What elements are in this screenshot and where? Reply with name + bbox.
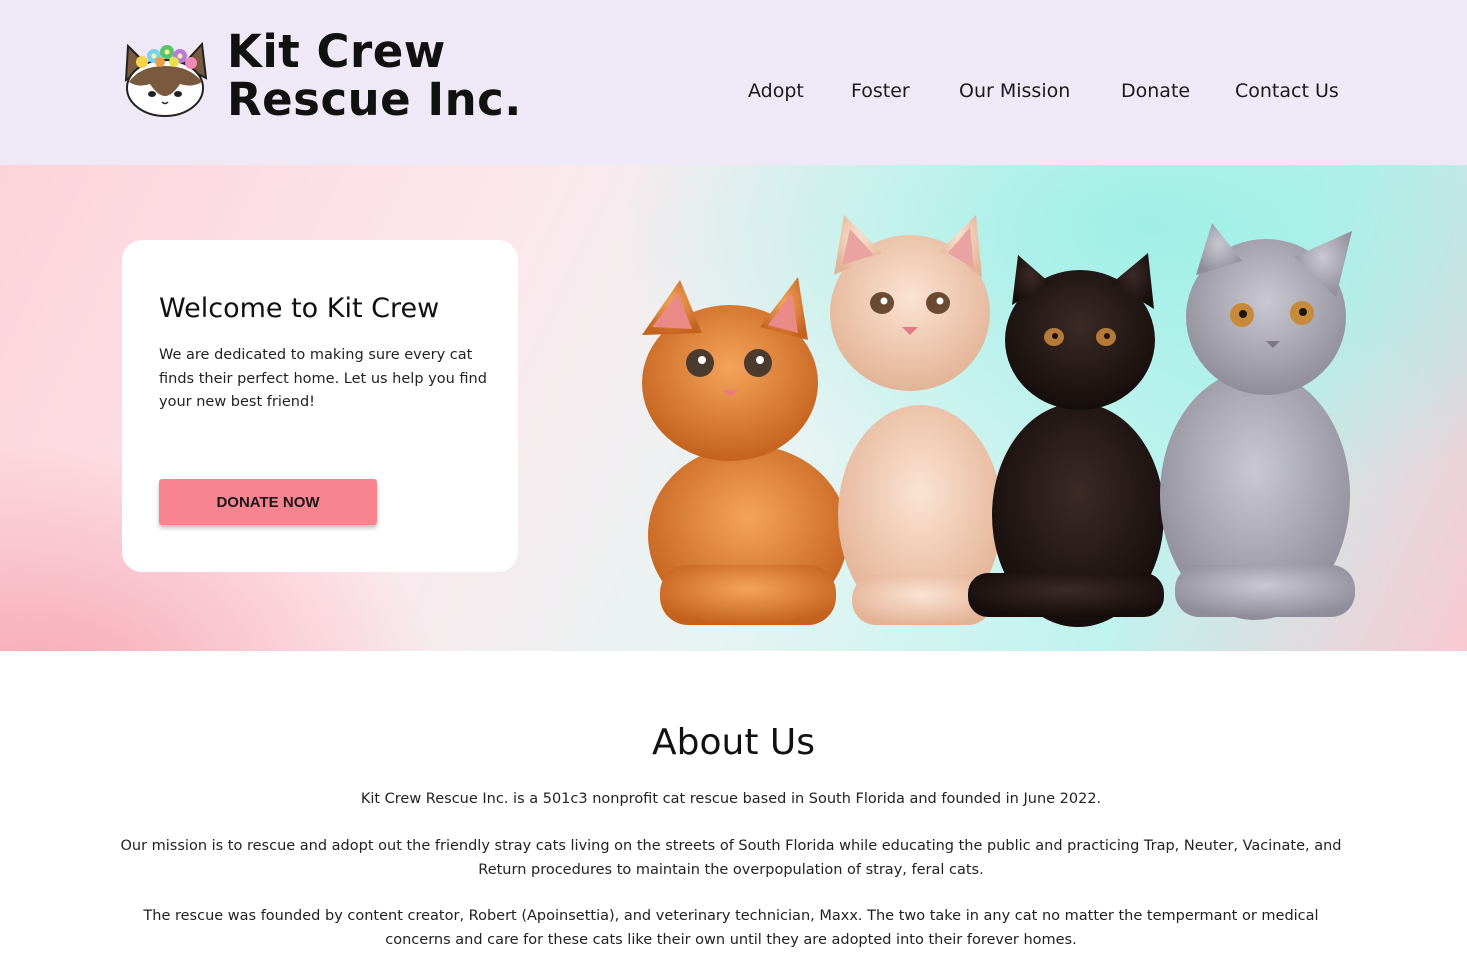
four-kittens-photo <box>642 215 1355 627</box>
about-paragraph-3: The rescue was founded by content creato… <box>143 908 1319 948</box>
about-title: About Us <box>652 722 815 763</box>
cream-kitten <box>830 215 1002 625</box>
welcome-card: Welcome to Kit Crew We are dedicated to … <box>122 240 518 572</box>
main-nav: Adopt Foster Our Mission Donate Contact … <box>0 80 1467 110</box>
about-paragraph-1: Kit Crew Rescue Inc. is a 501c3 nonprofi… <box>360 791 1102 807</box>
welcome-text: We are dedicated to making sure every ca… <box>159 347 487 410</box>
nav-adopt[interactable]: Adopt <box>748 80 804 102</box>
donate-now-button[interactable]: DONATE NOW <box>159 479 377 525</box>
nav-our-mission[interactable]: Our Mission <box>959 80 1070 102</box>
nav-donate[interactable]: Donate <box>1121 80 1190 102</box>
brand-line-1: Kit Crew <box>227 25 446 78</box>
hero-section: Welcome to Kit Crew We are dedicated to … <box>0 165 1467 651</box>
nav-foster[interactable]: Foster <box>851 80 910 102</box>
black-kitten <box>968 253 1164 627</box>
nav-contact-us[interactable]: Contact Us <box>1235 80 1339 102</box>
orange-kitten <box>642 277 848 625</box>
grey-kitten <box>1160 223 1355 620</box>
about-paragraph-2: Our mission is to rescue and adopt out t… <box>120 838 1342 878</box>
site-header: Kit Crew Rescue Inc. Adopt Foster Our Mi… <box>0 0 1467 165</box>
welcome-title: Welcome to Kit Crew <box>159 293 440 324</box>
